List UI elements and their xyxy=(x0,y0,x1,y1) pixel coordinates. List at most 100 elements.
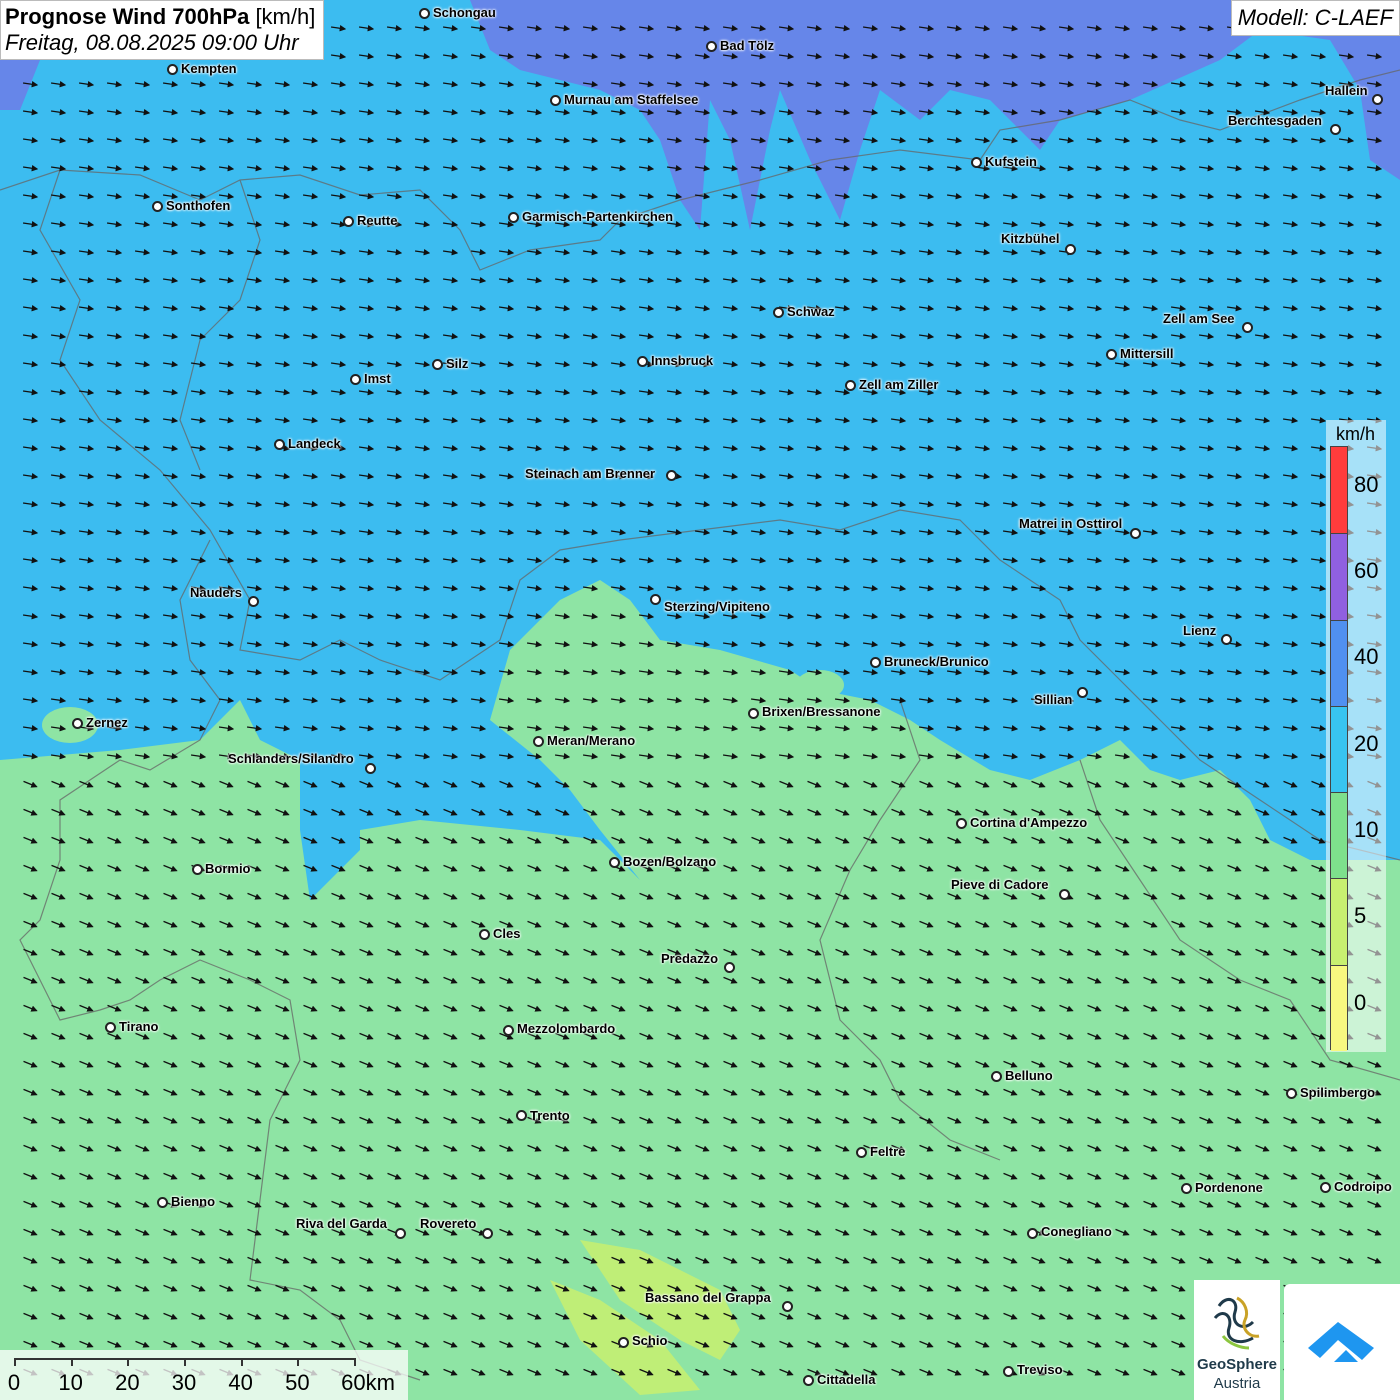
city-marker[interactable] xyxy=(350,374,361,385)
city-marker[interactable] xyxy=(956,818,967,829)
city-label: Brixen/Bressanone xyxy=(762,704,881,719)
weather-app-icon xyxy=(1308,1322,1374,1362)
city-marker[interactable] xyxy=(1372,94,1383,105)
scale-label: 20 xyxy=(115,1370,140,1395)
city-marker[interactable] xyxy=(618,1337,629,1348)
city-marker[interactable] xyxy=(637,356,648,367)
city-label: Landeck xyxy=(288,436,341,451)
city-label: Riva del Garda xyxy=(296,1216,388,1231)
city-label: Predazzo xyxy=(661,951,719,966)
city-marker[interactable] xyxy=(650,594,661,605)
city-label: Bienno xyxy=(171,1194,216,1209)
city-marker[interactable] xyxy=(870,657,881,668)
legend-swatch xyxy=(1331,878,1347,965)
city-label: Mittersill xyxy=(1120,346,1174,361)
city-label: Meran/Merano xyxy=(547,733,636,748)
city-marker[interactable] xyxy=(666,470,677,481)
city-marker[interactable] xyxy=(609,857,620,868)
legend-swatch xyxy=(1331,619,1347,706)
city-marker[interactable] xyxy=(845,380,856,391)
city-marker[interactable] xyxy=(1242,322,1253,333)
city-marker[interactable] xyxy=(274,439,285,450)
logo-name: GeoSphere xyxy=(1196,1356,1278,1373)
scale-label: 40 xyxy=(228,1370,253,1395)
city-label: Schwaz xyxy=(787,304,835,319)
city-marker[interactable] xyxy=(365,763,376,774)
geosphere-logo[interactable]: GeoSphere Austria xyxy=(1194,1280,1280,1400)
city-marker[interactable] xyxy=(991,1071,1002,1082)
city-marker[interactable] xyxy=(550,95,561,106)
scale-label: 60km xyxy=(341,1370,395,1395)
city-marker[interactable] xyxy=(395,1228,406,1239)
city-marker[interactable] xyxy=(248,596,259,607)
city-marker[interactable] xyxy=(192,864,203,875)
city-label: Murnau am Staffelsee xyxy=(564,92,699,107)
city-marker[interactable] xyxy=(803,1375,814,1386)
city-marker[interactable] xyxy=(856,1147,867,1158)
city-label: Sillian xyxy=(1034,692,1073,707)
city-marker[interactable] xyxy=(706,41,717,52)
forecast-date: Freitag, 08.08.2025 09:00 Uhr xyxy=(5,30,299,55)
legend-label: 20 xyxy=(1354,730,1379,756)
legend-label: 10 xyxy=(1354,816,1379,842)
city-label: Pieve di Cadore xyxy=(951,877,1049,892)
city-marker[interactable] xyxy=(479,929,490,940)
city-marker[interactable] xyxy=(724,962,735,973)
city-label: Kitzbühel xyxy=(1001,231,1060,246)
city-marker[interactable] xyxy=(105,1022,116,1033)
title-box: Prognose Wind 700hPa [km/h] Freitag, 08.… xyxy=(0,0,325,60)
city-marker[interactable] xyxy=(1077,687,1088,698)
city-marker[interactable] xyxy=(1027,1228,1038,1239)
legend-label: 60 xyxy=(1354,558,1379,584)
city-label: Schongau xyxy=(433,5,496,20)
legend-label: 40 xyxy=(1354,644,1379,670)
city-label: Sterzing/Vipiteno xyxy=(664,599,770,614)
city-label: Bruneck/Brunico xyxy=(884,654,989,669)
city-marker[interactable] xyxy=(432,359,443,370)
city-label: Nauders xyxy=(190,585,243,600)
city-label: Cittadella xyxy=(817,1372,876,1387)
city-label: Berchtesgaden xyxy=(1228,113,1322,128)
city-marker[interactable] xyxy=(1130,528,1141,539)
city-label: Kempten xyxy=(181,61,237,76)
city-marker[interactable] xyxy=(1221,634,1232,645)
city-marker[interactable] xyxy=(533,736,544,747)
city-label: Matrei in Osttirol xyxy=(1019,516,1123,531)
legend-unit: km/h xyxy=(1336,424,1376,444)
city-label: Hallein xyxy=(1325,83,1368,98)
city-marker[interactable] xyxy=(773,307,784,318)
city-marker[interactable] xyxy=(503,1025,514,1036)
city-label: Pordenone xyxy=(1195,1180,1263,1195)
geosphere-icon xyxy=(1213,1296,1260,1350)
city-marker[interactable] xyxy=(508,212,519,223)
legend-swatch xyxy=(1331,964,1347,1051)
city-marker[interactable] xyxy=(1286,1088,1297,1099)
city-marker[interactable] xyxy=(482,1228,493,1239)
scale-tick xyxy=(184,1358,186,1366)
city-marker[interactable] xyxy=(1106,349,1117,360)
city-marker[interactable] xyxy=(782,1301,793,1312)
scale-tick xyxy=(127,1358,130,1366)
city-marker[interactable] xyxy=(343,216,354,227)
city-label: Schlanders/Silandro xyxy=(228,751,354,766)
city-marker[interactable] xyxy=(516,1110,527,1121)
city-marker[interactable] xyxy=(1065,244,1076,255)
city-marker[interactable] xyxy=(152,201,163,212)
city-marker[interactable] xyxy=(1059,889,1070,900)
city-marker[interactable] xyxy=(1003,1366,1014,1377)
city-marker[interactable] xyxy=(419,8,430,19)
city-label: Silz xyxy=(446,356,469,371)
city-marker[interactable] xyxy=(157,1197,168,1208)
city-marker[interactable] xyxy=(971,157,982,168)
city-label: Zell am Ziller xyxy=(859,377,939,392)
city-marker[interactable] xyxy=(1181,1183,1192,1194)
app-logo[interactable] xyxy=(1284,1284,1400,1400)
scale-label: 30 xyxy=(171,1370,197,1395)
city-marker[interactable] xyxy=(1320,1182,1331,1193)
city-marker[interactable] xyxy=(72,718,83,729)
city-marker[interactable] xyxy=(1330,124,1341,135)
city-marker[interactable] xyxy=(748,708,759,719)
scale-label: 10 xyxy=(58,1370,83,1395)
city-marker[interactable] xyxy=(167,64,178,75)
legend-swatch xyxy=(1331,792,1347,879)
